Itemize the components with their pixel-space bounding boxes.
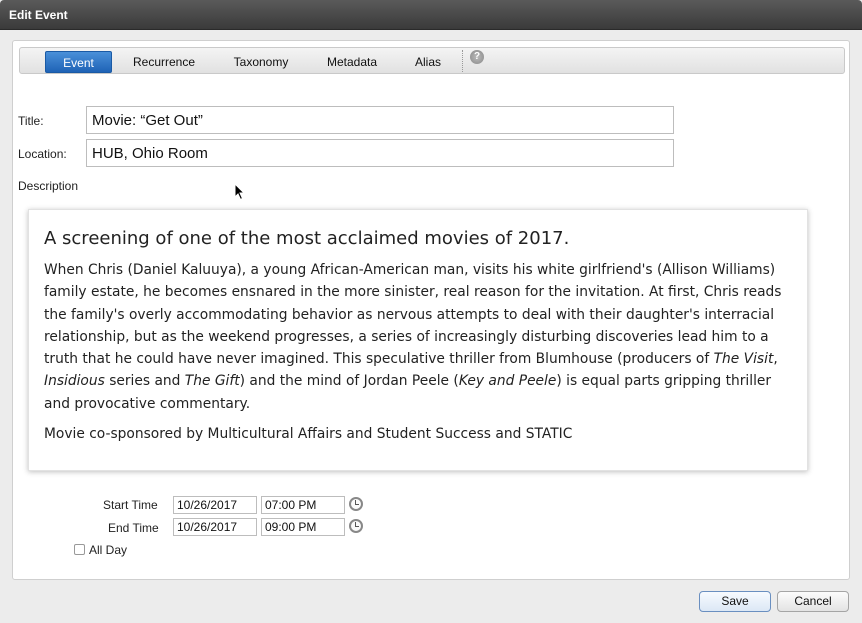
end-date-input[interactable] (173, 518, 257, 536)
tab-alias[interactable]: Alias (406, 51, 450, 73)
start-time-input[interactable] (261, 496, 345, 514)
dialog-title: Edit Event (0, 0, 862, 30)
description-sponsor: Movie co-sponsored by Multicultural Affa… (44, 426, 573, 443)
help-icon[interactable]: ? (470, 50, 484, 64)
mouse-cursor-icon (234, 183, 246, 201)
tab-taxonomy[interactable]: Taxonomy (222, 51, 300, 73)
clock-icon[interactable] (349, 519, 363, 533)
start-date-input[interactable] (173, 496, 257, 514)
end-time-label: End Time (108, 521, 159, 535)
save-button[interactable]: Save (699, 591, 771, 612)
description-italic-title: Insidious (44, 373, 105, 390)
clock-icon[interactable] (349, 497, 363, 511)
tab-divider (462, 50, 463, 72)
tab-bar: Event Recurrence Taxonomy Metadata Alias… (19, 47, 845, 74)
title-label: Title: (18, 114, 44, 128)
edit-event-panel: Event Recurrence Taxonomy Metadata Alias… (12, 40, 850, 580)
description-italic-title: The Gift (184, 373, 240, 390)
description-italic-title: Key and Peele (458, 373, 557, 390)
location-label: Location: (18, 147, 67, 161)
description-heading: A screening of one of the most acclaimed… (44, 228, 570, 249)
cancel-button[interactable]: Cancel (777, 591, 849, 612)
all-day-label: All Day (89, 543, 128, 557)
description-text: , (773, 351, 778, 368)
description-label: Description (18, 179, 79, 193)
location-input[interactable] (86, 139, 674, 167)
all-day-checkbox[interactable] (74, 544, 85, 555)
description-text: When Chris (Daniel Kaluuya), a young Afr… (44, 262, 782, 368)
end-time-input[interactable] (261, 518, 345, 536)
description-text: ) and the mind of Jordan Peele ( (239, 373, 459, 390)
description-text: series and (104, 373, 185, 390)
tab-recurrence[interactable]: Recurrence (124, 51, 204, 73)
start-time-label: Start Time (103, 498, 158, 512)
description-editor[interactable]: A screening of one of the most acclaimed… (28, 209, 808, 471)
tab-event[interactable]: Event (45, 51, 112, 73)
title-input[interactable] (86, 106, 674, 134)
description-paragraph: When Chris (Daniel Kaluuya), a young Afr… (44, 259, 792, 415)
tab-metadata[interactable]: Metadata (318, 51, 386, 73)
description-italic-title: The Visit (713, 351, 774, 368)
